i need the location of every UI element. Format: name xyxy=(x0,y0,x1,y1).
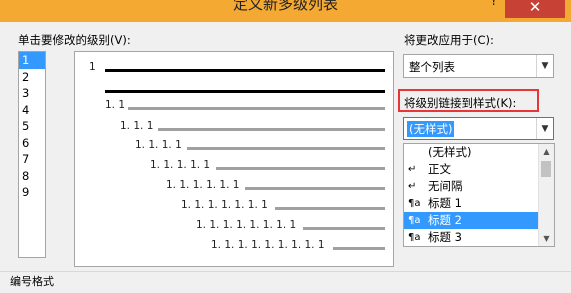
preview-number: 1. 1. 1 xyxy=(120,120,154,132)
title-bar: 定义新多级列表 ? ✕ xyxy=(0,0,571,22)
preview-line xyxy=(105,69,385,72)
style-option[interactable]: (无样式) xyxy=(404,144,538,161)
level-item[interactable]: 6 xyxy=(19,135,45,152)
preview-number: 1 xyxy=(89,61,96,73)
preview-number: 1. 1. 1. 1 xyxy=(135,139,182,151)
style-dropdown-list[interactable]: ¶a 标题 3 ¶a 标题 2 ¶a 标题 1 ↵ 无间隔 ↵ 正文 (无样式) ▲ ▼ xyxy=(403,143,555,247)
level-item[interactable]: 9 xyxy=(19,184,45,201)
level-item[interactable]: 1 xyxy=(19,52,45,69)
paragraph-return-icon: ↵ xyxy=(408,164,417,175)
link-style-label: 将级别链接到样式(K): xyxy=(404,96,517,110)
style-option-label: 无间隔 xyxy=(428,179,463,193)
heading-style-icon: ¶a xyxy=(408,232,421,243)
preview-line xyxy=(105,90,385,93)
apply-to-label: 将更改应用于(C): xyxy=(404,33,494,47)
style-option-label: 标题 1 xyxy=(428,196,462,210)
preview-number: 1. 1. 1. 1. 1 xyxy=(150,159,211,171)
level-list-label: 单击要修改的级别(V): xyxy=(18,33,131,47)
preview-line xyxy=(275,207,385,210)
preview-line xyxy=(158,128,385,131)
preview-line xyxy=(187,147,385,150)
heading-style-icon: ¶a xyxy=(408,215,421,226)
preview-number: 1. 1. 1. 1. 1. 1. 1. 1 xyxy=(196,219,297,231)
divider xyxy=(0,271,571,272)
style-option-label: (无样式) xyxy=(428,145,472,159)
level-item[interactable]: 2 xyxy=(19,69,45,86)
level-item[interactable]: 8 xyxy=(19,168,45,185)
level-item[interactable]: 4 xyxy=(19,102,45,119)
preview-line xyxy=(333,247,385,250)
style-option[interactable]: ↵ 无间隔 xyxy=(404,178,538,195)
style-option[interactable]: ¶a 标题 3 xyxy=(404,229,538,246)
apply-to-select[interactable]: 整个列表 ▼ xyxy=(403,54,554,78)
link-style-select[interactable]: (无样式) ▼ xyxy=(403,117,554,140)
level-item[interactable]: 7 xyxy=(19,151,45,168)
scroll-thumb[interactable] xyxy=(541,161,551,177)
paragraph-return-icon: ↵ xyxy=(408,181,417,192)
link-style-value: (无样式) xyxy=(407,121,455,137)
list-preview: 1 1. 1 1. 1. 1 1. 1. 1. 1 1. 1. 1. 1. 1 … xyxy=(74,51,394,267)
preview-line xyxy=(245,187,385,190)
style-option-label: 标题 2 xyxy=(428,213,462,227)
heading-style-icon: ¶a xyxy=(408,198,421,209)
preview-line xyxy=(303,227,385,230)
style-option[interactable]: ↵ 正文 xyxy=(404,161,538,178)
chevron-down-icon[interactable]: ▼ xyxy=(536,55,553,77)
help-button[interactable]: ? xyxy=(486,0,502,12)
preview-line xyxy=(128,107,385,110)
level-item[interactable]: 3 xyxy=(19,85,45,102)
style-option-label: 正文 xyxy=(428,162,451,176)
scroll-down-icon[interactable]: ▼ xyxy=(539,231,554,246)
vertical-scrollbar[interactable]: ▲ ▼ xyxy=(538,144,554,246)
style-option[interactable]: ¶a 标题 2 xyxy=(404,212,538,229)
level-item[interactable]: 5 xyxy=(19,118,45,135)
preview-number: 1. 1. 1. 1. 1. 1. 1 xyxy=(181,199,268,211)
preview-number: 1. 1. 1. 1. 1. 1. 1. 1. 1 xyxy=(211,239,325,251)
preview-number: 1. 1 xyxy=(105,99,126,111)
preview-number: 1. 1. 1. 1. 1. 1 xyxy=(166,179,240,191)
close-button[interactable]: ✕ xyxy=(505,0,565,18)
scroll-up-icon[interactable]: ▲ xyxy=(539,144,554,159)
level-list[interactable]: 123456789 xyxy=(18,51,46,258)
style-option[interactable]: ¶a 标题 1 xyxy=(404,195,538,212)
number-format-label: 编号格式 xyxy=(10,275,54,288)
chevron-down-icon[interactable]: ▼ xyxy=(536,118,553,139)
style-option-label: 标题 3 xyxy=(428,230,462,244)
preview-line xyxy=(216,167,385,170)
apply-to-value: 整个列表 xyxy=(409,60,455,74)
